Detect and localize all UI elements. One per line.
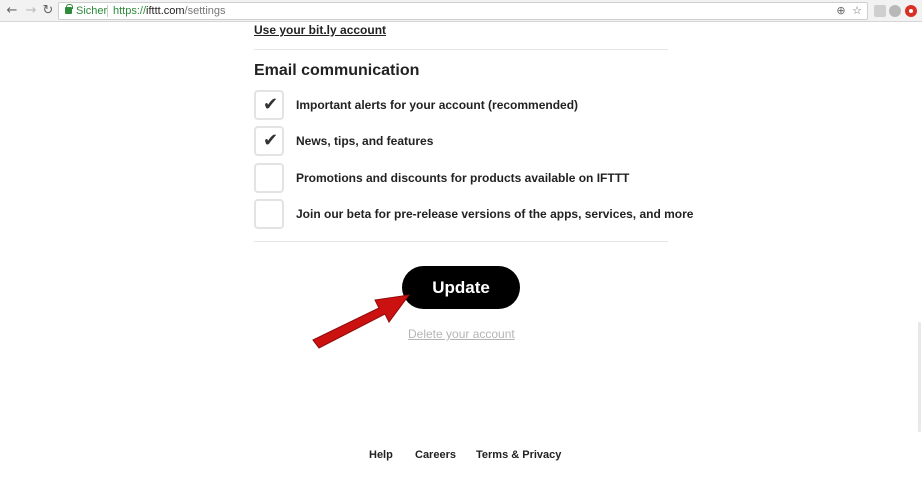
checkbox[interactable] xyxy=(254,163,284,193)
checkmark-icon: ✔ xyxy=(263,94,279,115)
reload-icon[interactable]: ↻ xyxy=(41,3,55,19)
back-icon[interactable]: ← xyxy=(5,3,19,19)
footer-terms-link[interactable]: Terms & Privacy xyxy=(476,449,561,462)
scroll-thumb[interactable] xyxy=(918,322,921,432)
delete-account-link[interactable]: Delete your account xyxy=(408,327,515,341)
url-separator xyxy=(107,5,108,17)
url-text[interactable]: https://ifttt.com/settings xyxy=(113,4,226,18)
checkmark-icon: ✔ xyxy=(263,130,279,151)
scrollbar[interactable] xyxy=(916,22,922,491)
footer-careers-link[interactable]: Careers xyxy=(415,449,456,462)
pref-promotions[interactable]: Promotions and discounts for products av… xyxy=(254,163,668,193)
bitly-account-link[interactable]: Use your bit.ly account xyxy=(254,23,386,37)
extension-icon[interactable] xyxy=(889,5,901,17)
checkbox[interactable]: ✔ xyxy=(254,126,284,156)
pref-label: Important alerts for your account (recom… xyxy=(296,98,579,112)
pref-label: Promotions and discounts for products av… xyxy=(296,171,630,185)
divider xyxy=(254,49,668,50)
email-section-title: Email communication xyxy=(254,62,420,79)
pref-beta[interactable]: Join our beta for pre-release versions o… xyxy=(254,199,693,229)
url-host: ifttt.com xyxy=(146,5,185,17)
translate-icon[interactable]: ⊕ xyxy=(835,5,847,17)
address-bar[interactable]: Sicher https://ifttt.com/settings ⊕ ☆ xyxy=(58,2,868,20)
pref-label: Join our beta for pre-release versions o… xyxy=(296,207,694,221)
footer-help-link[interactable]: Help xyxy=(369,449,393,462)
browser-toolbar: ← → ↻ Sicher https://ifttt.com/settings … xyxy=(0,0,922,22)
pref-label: News, tips, and features xyxy=(296,134,434,148)
pref-important-alerts[interactable]: ✔ Important alerts for your account (rec… xyxy=(254,90,668,120)
star-icon[interactable]: ☆ xyxy=(851,5,863,17)
checkbox[interactable]: ✔ xyxy=(254,90,284,120)
secure-label: Sicher xyxy=(76,5,108,17)
update-button[interactable]: Update xyxy=(402,266,520,309)
checkbox[interactable] xyxy=(254,199,284,229)
divider xyxy=(254,241,668,242)
lock-icon xyxy=(65,4,73,14)
extension-icon[interactable] xyxy=(905,5,917,17)
annotation-arrow-icon xyxy=(312,294,411,349)
url-scheme: https:// xyxy=(113,5,147,17)
extension-icon[interactable] xyxy=(874,5,886,17)
pref-news-tips[interactable]: ✔ News, tips, and features xyxy=(254,126,668,156)
forward-icon[interactable]: → xyxy=(24,3,38,19)
url-path: /settings xyxy=(184,5,226,17)
